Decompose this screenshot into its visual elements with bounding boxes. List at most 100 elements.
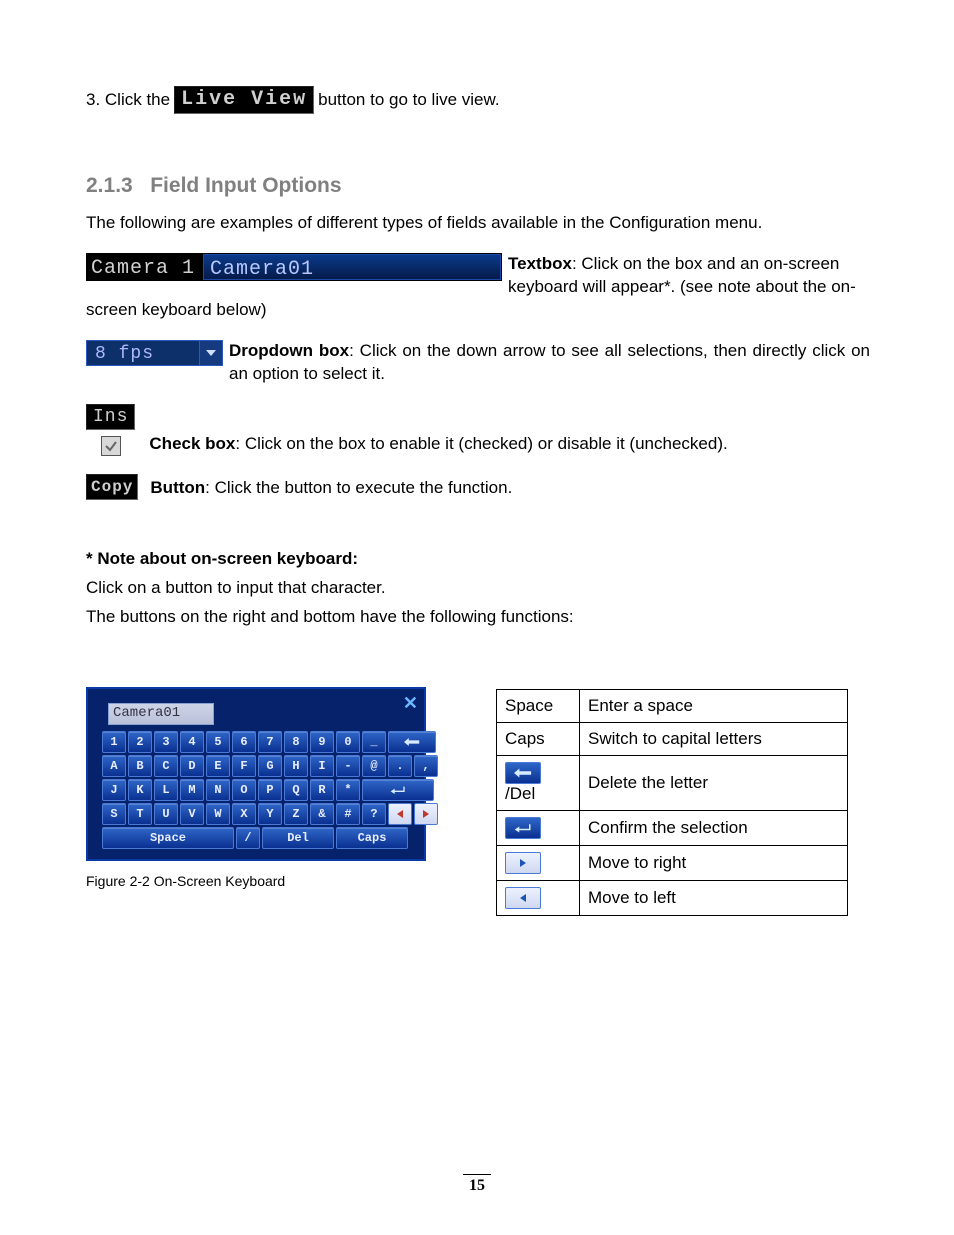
key-qmark[interactable]: ? (362, 803, 386, 825)
key-slash[interactable]: / (236, 827, 260, 849)
fn-desc: Delete the letter (580, 755, 848, 810)
table-row: Move to right (497, 845, 848, 880)
checkbox-desc: : Click on the box to enable it (checked… (235, 434, 727, 453)
key-space[interactable]: Space (102, 827, 234, 849)
section-heading: 2.1.3 Field Input Options (86, 174, 870, 198)
fn-desc: Confirm the selection (580, 810, 848, 845)
key-4[interactable]: 4 (180, 731, 204, 753)
key-v[interactable]: V (180, 803, 204, 825)
fn-key-enter (497, 810, 580, 845)
key-b[interactable]: B (128, 755, 152, 777)
key-dot[interactable]: . (388, 755, 412, 777)
key-w[interactable]: W (206, 803, 230, 825)
key-5[interactable]: 5 (206, 731, 230, 753)
key-x[interactable]: X (232, 803, 256, 825)
intro-paragraph: The following are examples of different … (86, 212, 870, 235)
textbox-value[interactable]: Camera01 (203, 254, 501, 280)
checkbox-label: Ins (86, 404, 135, 430)
table-row: Caps Switch to capital letters (497, 722, 848, 755)
key-t[interactable]: T (128, 803, 152, 825)
osk-row-5: Space / Del Caps (98, 827, 414, 849)
key-7[interactable]: 7 (258, 731, 282, 753)
note-line2: The buttons on the right and bottom have… (86, 606, 870, 629)
key-8[interactable]: 8 (284, 731, 308, 753)
checkbox-name: Check box (149, 434, 235, 453)
key-1[interactable]: 1 (102, 731, 126, 753)
key-3[interactable]: 3 (154, 731, 178, 753)
backspace-icon[interactable] (388, 731, 436, 753)
figure-caption: Figure 2-2 On-Screen Keyboard (86, 873, 426, 889)
key-comma[interactable]: , (414, 755, 438, 777)
key-9[interactable]: 9 (310, 731, 334, 753)
key-r[interactable]: R (310, 779, 334, 801)
fn-del-text: /Del (505, 784, 535, 803)
backspace-icon (505, 762, 541, 784)
key-hash[interactable]: # (336, 803, 360, 825)
key-del[interactable]: Del (262, 827, 334, 849)
arrow-left-icon (505, 887, 541, 909)
button-name: Button (150, 478, 205, 497)
key-star[interactable]: * (336, 779, 360, 801)
fn-desc: Move to left (580, 880, 848, 915)
checkbox-box[interactable] (101, 436, 121, 456)
section-number: 2.1.3 (86, 174, 133, 197)
arrow-right-icon[interactable] (414, 803, 438, 825)
arrow-left-icon[interactable] (388, 803, 412, 825)
key-j[interactable]: J (102, 779, 126, 801)
key-0[interactable]: 0 (336, 731, 360, 753)
enter-icon (505, 817, 541, 839)
fn-key-space: Space (497, 689, 580, 722)
key-k[interactable]: K (128, 779, 152, 801)
key-e[interactable]: E (206, 755, 230, 777)
step-3-line: 3. Click the Live View button to go to l… (86, 86, 870, 114)
textbox-item: Camera 1 Camera01 Textbox: Click on the … (86, 253, 870, 322)
key-n[interactable]: N (206, 779, 230, 801)
table-row: Space Enter a space (497, 689, 848, 722)
fn-desc: Enter a space (580, 689, 848, 722)
close-icon[interactable]: ✕ (403, 693, 418, 714)
key-6[interactable]: 6 (232, 731, 256, 753)
step3-post: button to go to live view. (318, 90, 499, 110)
key-m[interactable]: M (180, 779, 204, 801)
key-d[interactable]: D (180, 755, 204, 777)
note-line1: Click on a button to input that characte… (86, 577, 870, 600)
key-caps[interactable]: Caps (336, 827, 408, 849)
key-i[interactable]: I (310, 755, 334, 777)
key-z[interactable]: Z (284, 803, 308, 825)
chevron-down-icon[interactable] (199, 341, 222, 365)
key-h[interactable]: H (284, 755, 308, 777)
fn-desc: Move to right (580, 845, 848, 880)
dropdown-widget[interactable]: 8 fps (86, 340, 223, 366)
live-view-button[interactable]: Live View (174, 86, 314, 114)
osk-row-4: S T U V W X Y Z & # ? (98, 803, 414, 825)
key-2[interactable]: 2 (128, 731, 152, 753)
key-p[interactable]: P (258, 779, 282, 801)
table-row: /Del Delete the letter (497, 755, 848, 810)
key-underscore[interactable]: _ (362, 731, 386, 753)
key-c[interactable]: C (154, 755, 178, 777)
checkbox-item: Ins Check box: Click on the box to enabl… (86, 404, 870, 456)
key-u[interactable]: U (154, 803, 178, 825)
key-at[interactable]: @ (362, 755, 386, 777)
key-l[interactable]: L (154, 779, 178, 801)
key-amp[interactable]: & (310, 803, 334, 825)
key-a[interactable]: A (102, 755, 126, 777)
key-s[interactable]: S (102, 803, 126, 825)
copy-button[interactable]: Copy (86, 474, 138, 500)
osk-input[interactable]: Camera01 (108, 703, 214, 725)
enter-icon[interactable] (362, 779, 434, 801)
note-heading: * Note about on-screen keyboard: (86, 548, 870, 571)
checkbox-widget[interactable]: Ins (86, 404, 135, 456)
textbox-widget[interactable]: Camera 1 Camera01 (86, 253, 502, 281)
key-dash[interactable]: - (336, 755, 360, 777)
key-g[interactable]: G (258, 755, 282, 777)
key-q[interactable]: Q (284, 779, 308, 801)
table-row: Move to left (497, 880, 848, 915)
key-o[interactable]: O (232, 779, 256, 801)
dropdown-value: 8 fps (87, 341, 199, 365)
dropdown-item: 8 fps Dropdown box: Click on the down ar… (86, 340, 870, 386)
key-f[interactable]: F (232, 755, 256, 777)
fn-desc: Switch to capital letters (580, 722, 848, 755)
key-y[interactable]: Y (258, 803, 282, 825)
page-number: 15 (463, 1174, 491, 1195)
